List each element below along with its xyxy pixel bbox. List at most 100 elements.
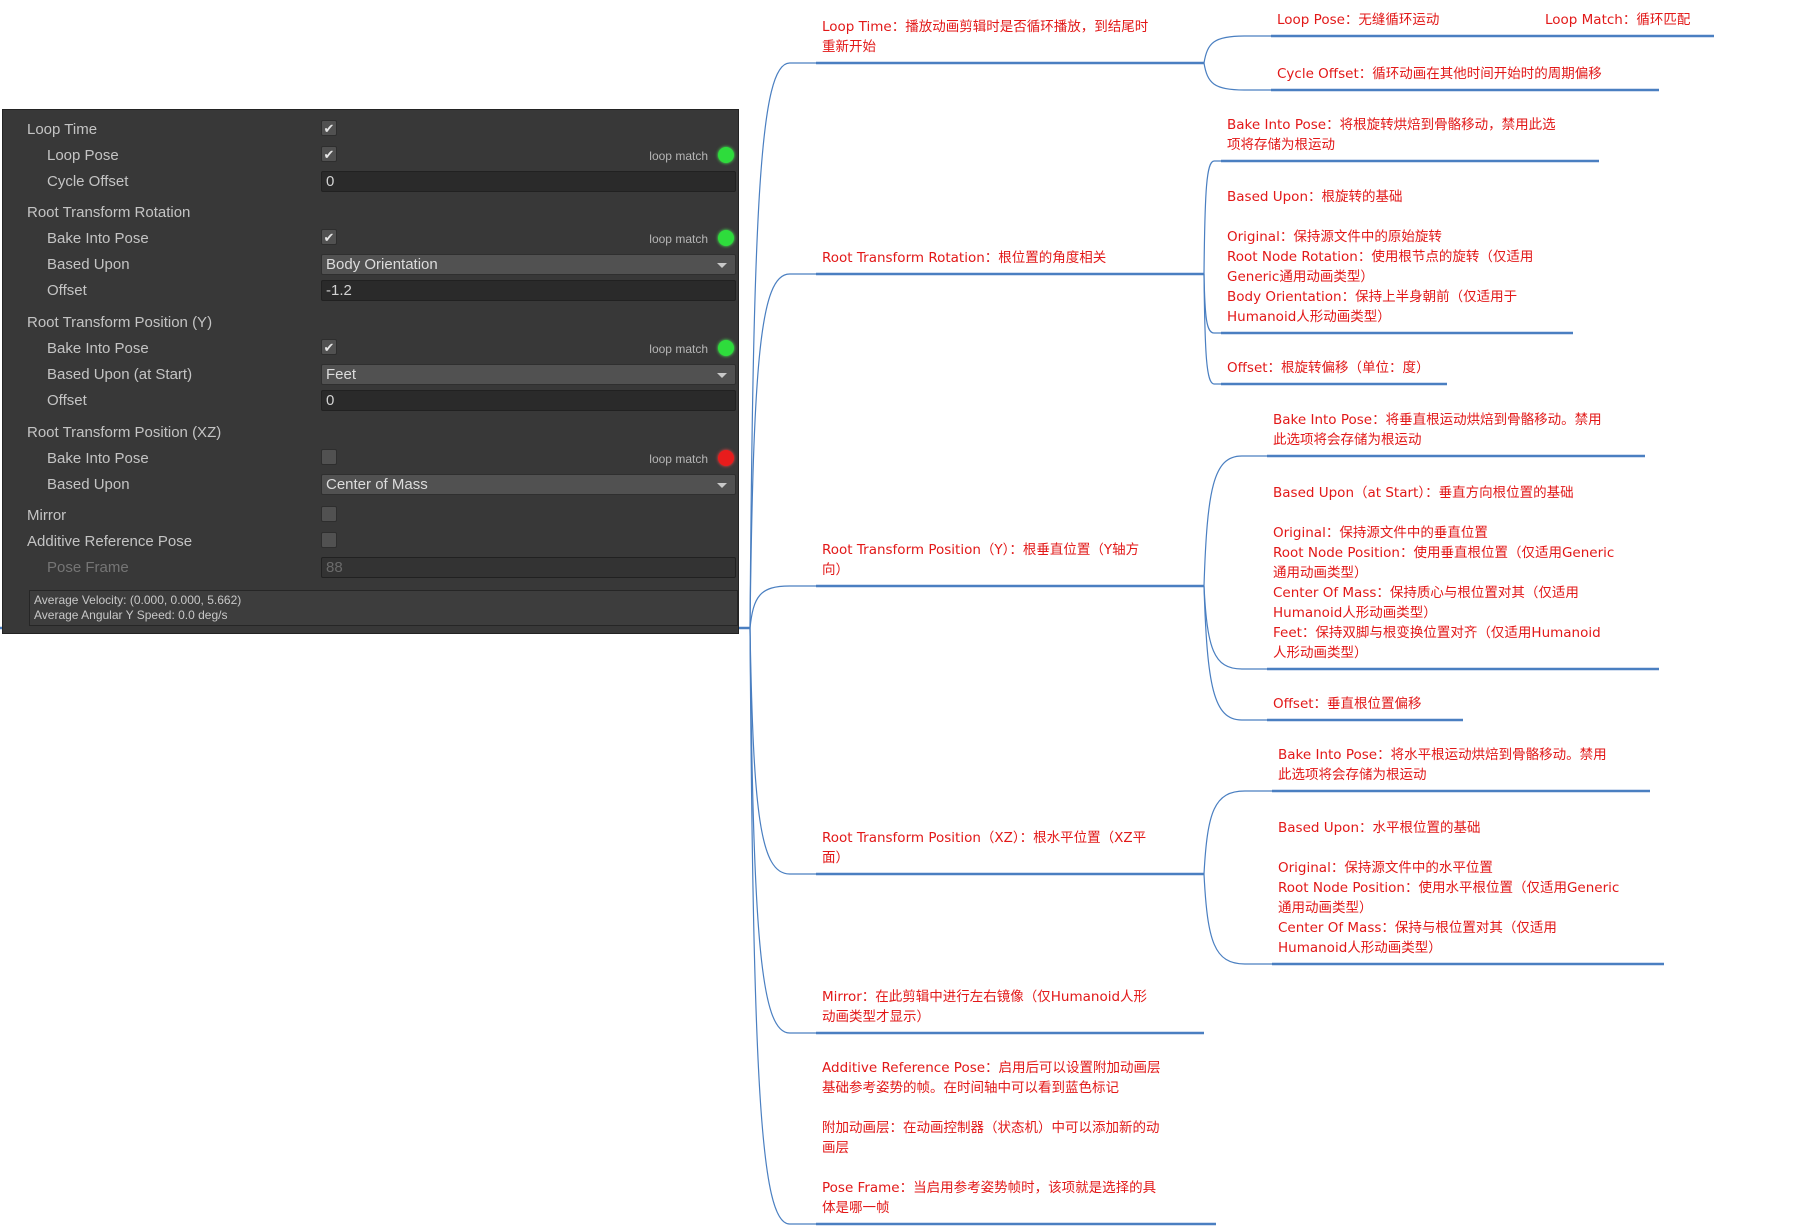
inspector-row-label: Root Transform Position (Y): [27, 314, 213, 331]
mindmap-node-line: Offset：根旋转偏移（单位：度）: [1227, 360, 1430, 376]
loop-status-red-icon: [718, 450, 734, 466]
inspector-row-label: Loop Time: [27, 121, 98, 138]
mindmap-node-y-based: Based Upon（at Start）：垂直方向根位置的基础 Original：…: [1273, 483, 1614, 663]
checkbox-checked[interactable]: ✔: [321, 229, 337, 245]
mindmap-node-line: Root Node Position：使用水平根位置（仅适用Generic: [1278, 880, 1620, 896]
inspector-row: Root Transform Rotation: [3, 201, 738, 225]
inspector-row: Root Transform Position (Y): [3, 311, 738, 335]
mindmap-node-line: Bake Into Pose：将垂直根运动烘焙到骨骼移动。禁用: [1273, 412, 1602, 428]
inspector-row-label: Bake Into Pose: [47, 450, 149, 467]
inspector-row: Root Transform Position (XZ): [3, 421, 738, 445]
mindmap-node-line: Body Orientation：保持上半身朝前（仅适用于: [1227, 289, 1518, 305]
mindmap-node-line: 此选项将会存储为根运动: [1278, 767, 1427, 783]
loop-match-label: loop match: [649, 452, 708, 466]
number-field[interactable]: -1.2: [321, 280, 736, 301]
mindmap-node-line: [1273, 503, 1614, 523]
checkbox-unchecked[interactable]: [321, 449, 337, 465]
inspector-row-label: Based Upon: [47, 256, 130, 273]
mindmap-node-line: Bake Into Pose：将水平根运动烘焙到骨骼移动。禁用: [1278, 747, 1607, 763]
mindmap-node-loop-pose: Loop Pose：无缝循环运动: [1277, 10, 1439, 30]
mindmap-node-line: Based Upon：水平根位置的基础: [1278, 820, 1481, 836]
mindmap-node-line: Mirror：在此剪辑中进行左右镜像（仅Humanoid人形: [822, 989, 1148, 1005]
inspector-row: Mirror: [3, 504, 738, 528]
child-connector-y-offset: [1203, 585, 1267, 721]
inspector-row-label: Based Upon (at Start): [47, 366, 193, 383]
child-connector-rot-bake: [1203, 160, 1221, 275]
child-connector-y-bake: [1203, 455, 1267, 587]
checkbox-unchecked[interactable]: [321, 532, 337, 548]
mindmap-node-line: 此选项将会存储为根运动: [1273, 432, 1422, 448]
mindmap-node-line: Humanoid人形动画类型）: [1278, 940, 1442, 956]
mindmap-node-line: Generic通用动画类型）: [1227, 269, 1374, 285]
child-connector-loop-pose: [1203, 35, 1271, 64]
number-field[interactable]: 0: [321, 390, 736, 411]
inspector-row: Pose Frame 88: [3, 556, 738, 580]
loop-status-green-icon: [718, 147, 734, 163]
inspector-row: Bake Into Pose loop match: [3, 447, 738, 471]
dropdown-select[interactable]: Center of Mass: [321, 474, 736, 495]
mindmap-node-rot-offset: Offset：根旋转偏移（单位：度）: [1227, 358, 1430, 378]
dropdown-value: Feet: [326, 366, 357, 383]
inspector-row-label: Bake Into Pose: [47, 230, 149, 247]
mindmap-node-root-pos-y: Root Transform Position（Y）：根垂直位置（Y轴方 向）: [822, 540, 1139, 580]
child-connector-xz-based: [1203, 873, 1272, 965]
mindmap-node-line: Original：保持源文件中的原始旋转: [1227, 229, 1442, 245]
checkbox-checked[interactable]: ✔: [321, 146, 337, 162]
mindmap-node-line: 项将存储为根运动: [1227, 137, 1335, 153]
mindmap-node-line: Root Transform Position（XZ）：根水平位置（XZ平: [822, 830, 1147, 846]
mindmap-node-line: 重新开始: [822, 39, 876, 55]
mindmap-node-line: [822, 1158, 1161, 1178]
child-connector-y-based: [1203, 585, 1267, 670]
mindmap-node-line: Original：保持源文件中的垂直位置: [1273, 525, 1488, 541]
mindmap-node-line: Humanoid人形动画类型）: [1273, 605, 1437, 621]
number-field: 88: [321, 557, 736, 578]
checkbox-checked[interactable]: ✔: [321, 339, 337, 355]
inspector-row-label: Root Transform Rotation: [27, 204, 191, 221]
dropdown-select[interactable]: Body Orientation: [321, 254, 736, 275]
inspector-row: Offset 0: [3, 389, 738, 413]
checkbox-checked[interactable]: ✔: [321, 120, 337, 136]
inspector-row-label: Mirror: [27, 507, 67, 524]
loop-match-label: loop match: [649, 149, 708, 163]
dropdown-select[interactable]: Feet: [321, 364, 736, 385]
inspector-row: Additive Reference Pose: [3, 530, 738, 554]
child-connector-rot-based: [1203, 273, 1221, 334]
branch-connector-root-pos-y: [749, 585, 816, 629]
branch-connector-root-pos-xz: [749, 627, 816, 875]
mindmap-node-line: Center Of Mass：保持与根位置对其（仅适用: [1278, 920, 1557, 936]
dropdown-value: Body Orientation: [326, 256, 438, 273]
mindmap-node-loop-match: Loop Match：循环匹配: [1545, 10, 1690, 30]
mindmap-node-cycle-offset: Cycle Offset：循环动画在其他时间开始时的周期偏移: [1277, 64, 1602, 84]
mindmap-node-line: 体是哪一帧: [822, 1200, 890, 1216]
mindmap-stage: Loop Time ✔ Loop Pose ✔ loop match Cycle Offs…: [0, 0, 1802, 1231]
checkmark-icon: ✔: [323, 340, 335, 355]
mindmap-node-line: 画层: [822, 1140, 849, 1156]
inspector-row-label: Offset: [47, 282, 87, 299]
dropdown-arrow-icon: [717, 373, 727, 378]
inspector-row-label: Cycle Offset: [47, 173, 129, 190]
mindmap-node-line: 向）: [822, 562, 849, 578]
loop-match-label: loop match: [649, 342, 708, 356]
mindmap-node-xz-bake: Bake Into Pose：将水平根运动烘焙到骨骼移动。禁用 此选项将会存储为根…: [1278, 745, 1607, 785]
inspector-row-label: Based Upon: [47, 476, 130, 493]
inspector-row: Cycle Offset 0: [3, 170, 738, 194]
mindmap-node-line: 通用动画类型）: [1278, 900, 1373, 916]
inspector-row-label: Pose Frame: [47, 559, 129, 576]
inspector-row: Offset -1.2: [3, 279, 738, 303]
loop-status-green-icon: [718, 340, 734, 356]
mindmap-node-line: 基础参考姿势的帧。在时间轴中可以看到蓝色标记: [822, 1080, 1119, 1096]
mindmap-node-line: [1278, 838, 1619, 858]
inspector-row-label: Additive Reference Pose: [27, 533, 193, 550]
mindmap-node-line: Bake Into Pose：将根旋转烘焙到骨骼移动，禁用此选: [1227, 117, 1556, 133]
mindmap-node-line: Root Transform Rotation：根位置的角度相关: [822, 250, 1107, 266]
mindmap-node-line: Loop Pose：无缝循环运动: [1277, 12, 1440, 28]
checkbox-unchecked[interactable]: [321, 506, 337, 522]
inspector-row: Loop Time ✔: [3, 118, 738, 142]
mindmap-node-line: Root Node Position：使用垂直根位置（仅适用Generic: [1273, 545, 1615, 561]
mindmap-node-line: 人形动画类型）: [1273, 645, 1368, 661]
number-field[interactable]: 0: [321, 171, 736, 192]
mindmap-node-line: 动画类型才显示）: [822, 1009, 930, 1025]
inspector-row: Based Upon Center of Mass: [3, 473, 738, 497]
branch-connector-additive: [749, 627, 816, 1225]
checkmark-icon: ✔: [323, 121, 335, 136]
